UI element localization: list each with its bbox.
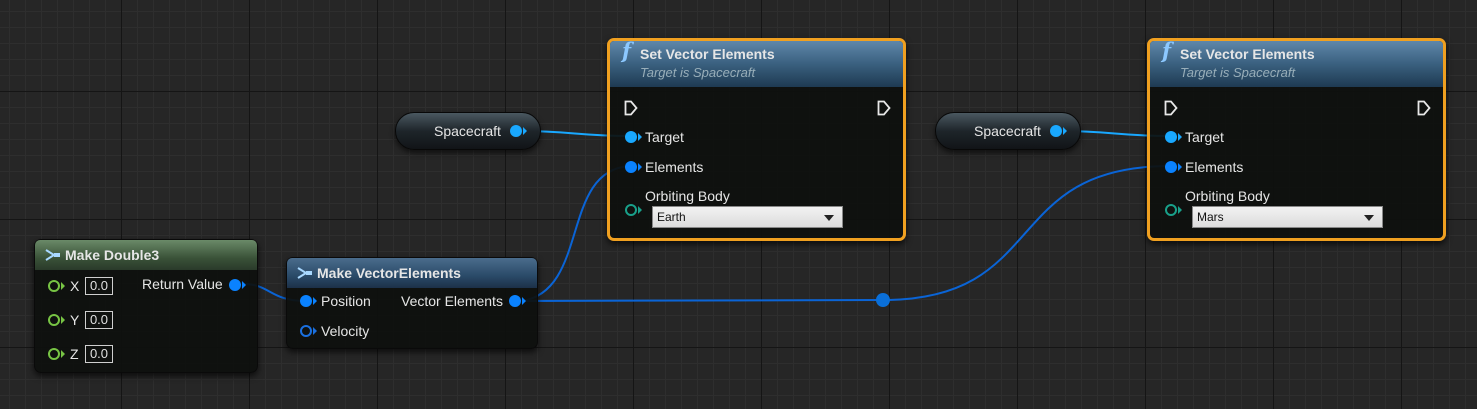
velocity-label: Velocity (321, 323, 370, 339)
elements-label: Elements (645, 159, 704, 175)
orbiting-body-value: Mars (1197, 210, 1224, 224)
y-pin-arrow (61, 316, 65, 324)
elements-label: Elements (1185, 159, 1244, 175)
velocity-pin[interactable] (300, 325, 312, 337)
z-value-input[interactable]: 0.0 (85, 345, 113, 363)
vector-elements-label: Vector Elements (401, 293, 503, 309)
make-vector-elements-header[interactable]: Make VectorElements (287, 258, 537, 288)
orbiting-body-dropdown[interactable]: Earth (652, 206, 843, 228)
wire-reroute-to-elements-2[interactable] (882, 165, 1171, 301)
node-subtitle: Target is Spacecraft (640, 65, 756, 80)
make-struct-icon (297, 267, 312, 279)
orbiting-body-pin[interactable] (625, 204, 637, 216)
spacecraft-output-arrow (523, 127, 527, 135)
node-title: Make Double3 (65, 247, 160, 263)
elements-pin[interactable] (625, 161, 637, 173)
chevron-down-icon (824, 215, 834, 221)
spacecraft-variable-node-2[interactable]: Spacecraft (935, 112, 1081, 150)
x-label: X (70, 278, 80, 294)
exec-input-pin[interactable] (1164, 100, 1178, 116)
node-subtitle: Target is Spacecraft (1180, 65, 1296, 80)
elements-pin-arrow (638, 163, 642, 171)
vector-elements-pin[interactable] (509, 295, 521, 307)
return-value-pin[interactable] (229, 279, 241, 291)
return-value-arrow (242, 281, 246, 289)
orbiting-body-label: Orbiting Body (645, 188, 730, 204)
set-vector-elements-node-1[interactable]: f Set Vector Elements Target is Spacecra… (607, 38, 906, 241)
vector-elements-arrow (522, 297, 526, 305)
spacecraft-variable-node-1[interactable]: Spacecraft (395, 112, 541, 150)
elements-pin-arrow (1178, 163, 1182, 171)
target-label: Target (645, 129, 684, 145)
node-title: Set Vector Elements (640, 46, 775, 62)
spacecraft-output-arrow (1063, 127, 1067, 135)
elements-pin[interactable] (1165, 161, 1177, 173)
set-vector-elements-header[interactable]: f Set Vector Elements Target is Spacecra… (610, 38, 903, 87)
exec-input-pin[interactable] (624, 100, 638, 116)
orbiting-body-label: Orbiting Body (1185, 188, 1270, 204)
y-pin[interactable] (48, 314, 60, 326)
target-pin[interactable] (1165, 131, 1177, 143)
orbiting-body-dropdown[interactable]: Mars (1192, 206, 1383, 228)
function-icon: f (1162, 38, 1172, 63)
x-pin-arrow (61, 282, 65, 290)
orbiting-body-pin[interactable] (1165, 204, 1177, 216)
target-pin[interactable] (625, 131, 637, 143)
node-title: Set Vector Elements (1180, 46, 1315, 62)
exec-output-pin[interactable] (1417, 100, 1431, 116)
make-double3-node[interactable]: Make Double3 X 0.0 Y 0.0 Z 0.0 Return Va… (34, 239, 258, 373)
velocity-pin-arrow (313, 327, 317, 335)
variable-label: Spacecraft (974, 123, 1041, 139)
z-label: Z (70, 346, 79, 362)
set-vector-elements-node-2[interactable]: f Set Vector Elements Target is Spacecra… (1147, 38, 1446, 241)
make-vector-elements-node[interactable]: Make VectorElements Position Velocity Ve… (286, 257, 538, 349)
y-label: Y (70, 312, 80, 328)
make-double3-header[interactable]: Make Double3 (35, 240, 257, 270)
set-vector-elements-header[interactable]: f Set Vector Elements Target is Spacecra… (1150, 38, 1443, 87)
target-pin-arrow (638, 133, 642, 141)
position-pin-arrow (313, 297, 317, 305)
position-pin[interactable] (300, 295, 312, 307)
orbiting-body-value: Earth (657, 210, 686, 224)
spacecraft-output-pin[interactable] (1050, 125, 1062, 137)
node-title: Make VectorElements (317, 265, 461, 281)
target-label: Target (1185, 129, 1224, 145)
y-value-input[interactable]: 0.0 (85, 311, 113, 329)
make-struct-icon (45, 249, 60, 261)
target-pin-arrow (1178, 133, 1182, 141)
x-pin[interactable] (48, 280, 60, 292)
z-pin-arrow (61, 350, 65, 358)
reroute-node[interactable] (876, 293, 890, 307)
variable-label: Spacecraft (434, 123, 501, 139)
orbiting-body-pin-arrow (638, 206, 642, 214)
wire-vector-to-reroute[interactable] (521, 299, 884, 302)
orbiting-body-pin-arrow (1178, 206, 1182, 214)
return-value-label: Return Value (142, 276, 223, 292)
exec-output-pin[interactable] (877, 100, 891, 116)
z-pin[interactable] (48, 348, 60, 360)
position-label: Position (321, 293, 371, 309)
chevron-down-icon (1364, 215, 1374, 221)
function-icon: f (622, 38, 632, 63)
spacecraft-output-pin[interactable] (510, 125, 522, 137)
x-value-input[interactable]: 0.0 (85, 277, 113, 295)
